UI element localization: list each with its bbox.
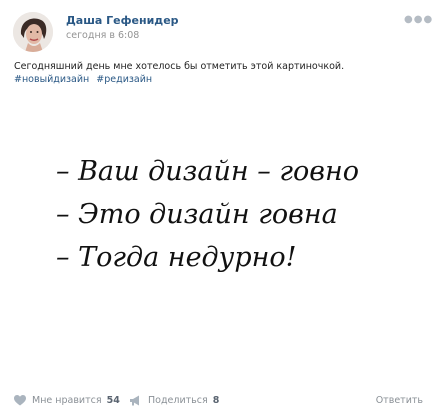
post-image[interactable]: – Ваш дизайн – говно – Это дизайн говна … [14, 94, 419, 380]
hashtag-link[interactable]: #новыйдизайн [14, 74, 89, 85]
more-options-icon[interactable]: ●●● [404, 14, 433, 25]
post-card: Даша Гефенидер сегодня в 6:08 ●●● Сегодн… [0, 0, 434, 418]
meme-text-line: – Это дизайн говна [56, 199, 338, 230]
share-count: 8 [212, 395, 220, 406]
post-text: Сегодняшний день мне хотелось бы отметит… [14, 61, 345, 72]
like-button[interactable]: Мне нравится 54 [14, 395, 120, 406]
like-count: 54 [106, 395, 120, 406]
reply-button[interactable]: Ответить [376, 395, 423, 406]
avatar-image [13, 12, 53, 52]
like-label: Мне нравится [32, 395, 102, 406]
share-label: Поделиться [148, 395, 208, 406]
avatar[interactable] [13, 12, 53, 52]
hashtag-link[interactable]: #редизайн [96, 74, 152, 85]
meme-text-line: – Тогда недурно! [56, 242, 297, 273]
heart-icon [14, 395, 26, 406]
meme-text-line: – Ваш дизайн – говно [56, 156, 359, 187]
megaphone-icon [130, 395, 142, 406]
author-name[interactable]: Даша Гефенидер [66, 14, 179, 27]
post-timestamp[interactable]: сегодня в 6:08 [66, 30, 139, 41]
share-button[interactable]: Поделиться 8 [130, 395, 219, 406]
post-actions: Мне нравится 54 Поделиться 8 Ответить [0, 390, 434, 414]
post-tags: #новыйдизайн #редизайн [14, 73, 156, 86]
